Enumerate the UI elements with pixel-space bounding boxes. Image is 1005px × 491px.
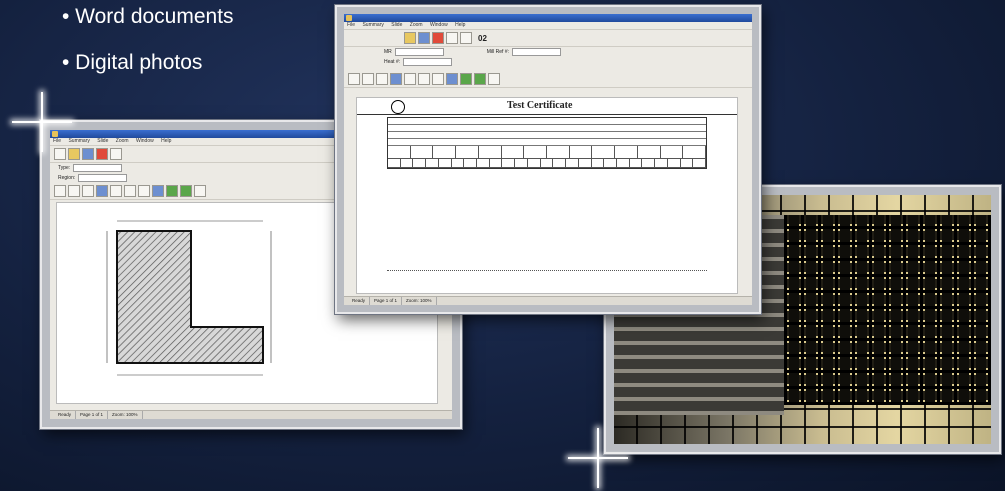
heat-label: Heat #: [384,59,401,65]
certificate-doc-title: Test Certificate [507,100,573,111]
certificate-statusbar: Ready Page 1 of 1 Zoom: 100% [344,296,752,305]
menu-file[interactable]: File [347,22,355,28]
certificate-document: Test Certificate [356,97,738,294]
menu-summary[interactable]: Summary [362,22,383,28]
type-select[interactable] [73,164,123,172]
region-label: Region: [58,175,76,181]
l-profile-shape [116,230,264,364]
menu-zoom[interactable]: Zoom [116,138,129,144]
certificate-footer-line [387,270,707,271]
heat-field[interactable] [403,58,453,66]
print-icon[interactable] [110,148,122,160]
save-icon[interactable] [376,73,388,85]
status-page: Page 1 of 1 [370,297,403,305]
app-icon [346,15,352,21]
heat-row: Heat #: [344,57,752,67]
rotate-icon[interactable] [432,73,444,85]
edit-icon[interactable] [418,32,430,44]
scan-icon[interactable] [96,185,108,197]
record-counter: 02 [478,33,487,43]
bullet-word-documents: • Word documents [62,5,234,28]
menu-zoom[interactable]: Zoom [410,22,423,28]
zoom-out-icon[interactable] [124,185,136,197]
feature-bullets: • Word documents • Digital photos [62,0,234,86]
certificate-info-block [387,117,707,169]
print-icon[interactable] [446,32,458,44]
menu-window[interactable]: Window [136,138,154,144]
scan-icon[interactable] [390,73,402,85]
status-ready: Ready [54,411,77,419]
company-logo-icon [391,100,405,114]
type-label: Type: [58,165,71,171]
certificate-screenshot-frame: File Summary Slide Zoom Window Help 02 M… [335,5,761,314]
delete-icon[interactable] [96,148,108,160]
mr-label: MR [384,49,392,55]
sparkle-decoration [12,92,72,152]
mr-row: MR Mill Ref #: [344,47,752,57]
fit-icon[interactable] [152,185,164,197]
mill-ref-label: Mill Ref #: [486,49,510,55]
mill-ref-field[interactable] [512,48,562,56]
refresh-icon[interactable] [180,185,192,197]
save-icon[interactable] [82,185,94,197]
certificate-titlebar [344,14,752,22]
menu-slide[interactable]: Slide [97,138,108,144]
menu-slide[interactable]: Slide [391,22,402,28]
drawing-statusbar: Ready Page 1 of 1 Zoom: 100% [50,410,452,419]
record-icon[interactable] [460,32,472,44]
page-icon[interactable] [362,73,374,85]
status-zoom: Zoom: 100% [108,411,143,419]
zoom-icon[interactable] [404,73,416,85]
certificate-header: Test Certificate [357,98,737,115]
mr-field[interactable] [394,48,444,56]
rotate-icon[interactable] [138,185,150,197]
help-icon[interactable] [194,185,206,197]
zoom-out-icon[interactable] [418,73,430,85]
page-icon[interactable] [68,185,80,197]
status-ready: Ready [348,297,371,305]
delete-icon[interactable] [432,32,444,44]
menu-help[interactable]: Help [161,138,171,144]
sparkle-decoration [568,428,628,488]
edit-icon[interactable] [82,148,94,160]
next-icon[interactable] [166,185,178,197]
certificate-menubar: File Summary Slide Zoom Window Help [344,22,752,30]
menu-window[interactable]: Window [430,22,448,28]
bullet-digital-photos: • Digital photos [62,51,203,74]
help-icon[interactable] [488,73,500,85]
status-zoom: Zoom: 100% [402,297,437,305]
next-icon[interactable] [460,73,472,85]
region-field[interactable] [78,174,128,182]
refresh-icon[interactable] [474,73,486,85]
page-icon[interactable] [348,73,360,85]
menu-help[interactable]: Help [455,22,465,28]
folder-icon[interactable] [404,32,416,44]
certificate-record-toolbar: 02 [344,30,752,47]
page-icon[interactable] [54,185,66,197]
certificate-app-window: File Summary Slide Zoom Window Help 02 M… [344,14,752,305]
fit-icon[interactable] [446,73,458,85]
zoom-icon[interactable] [110,185,122,197]
status-page: Page 1 of 1 [76,411,109,419]
tube-ends-grid [784,215,991,405]
certificate-view-toolbar [344,71,752,88]
